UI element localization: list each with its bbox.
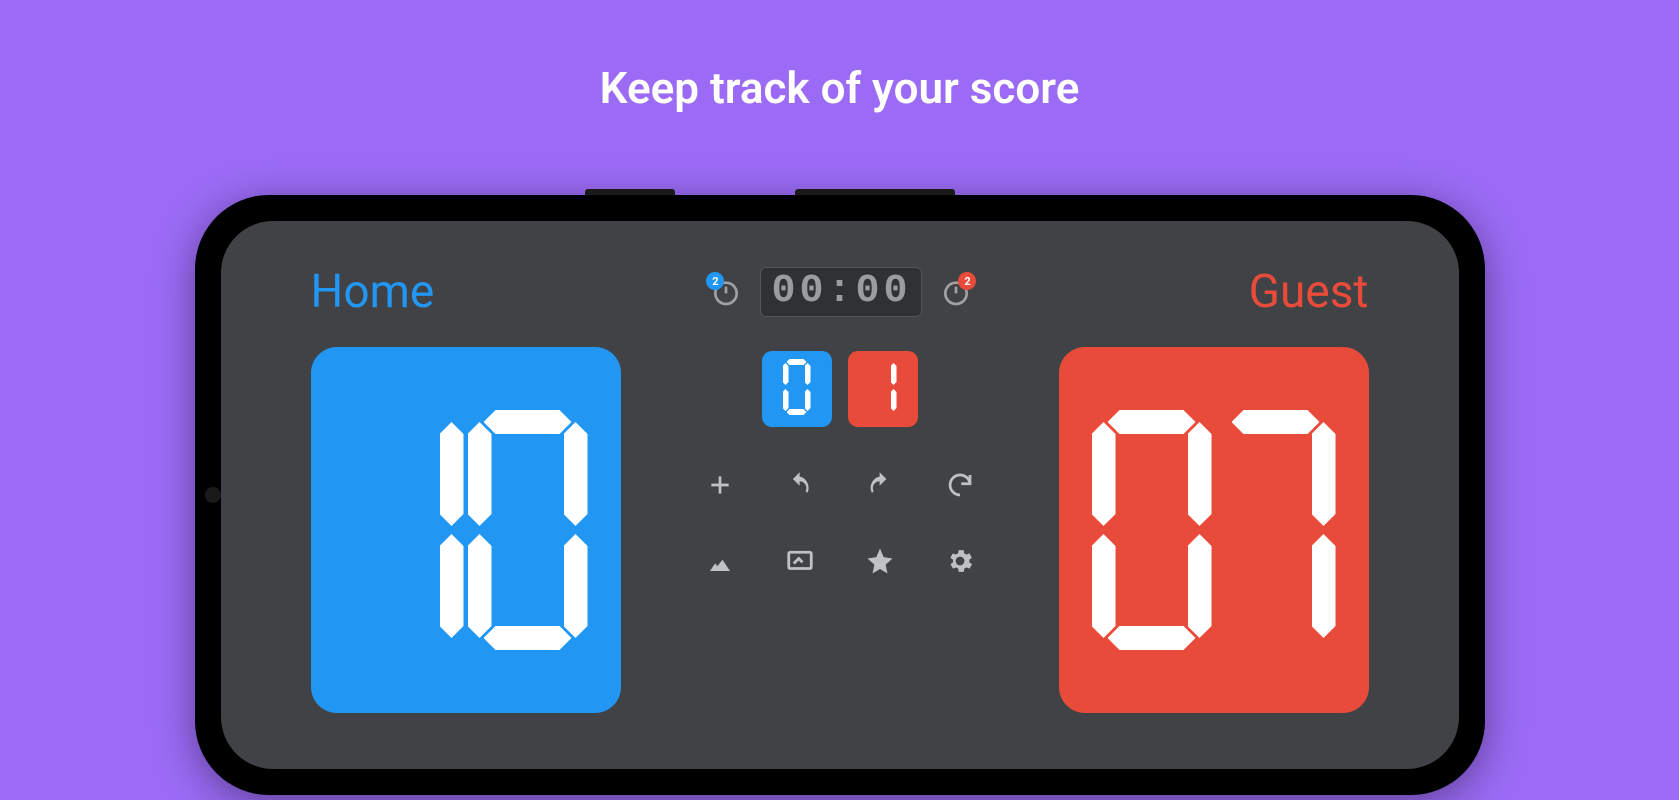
display-icon — [785, 546, 815, 576]
gear-icon — [945, 546, 975, 576]
top-row: Home 2 00:00 2 Guest — [261, 247, 1419, 337]
home-shotclock-badge: 2 — [706, 272, 724, 290]
refresh-icon — [945, 470, 975, 500]
guest-shotclock-button[interactable]: 2 — [940, 276, 972, 308]
home-score-digits — [344, 410, 588, 650]
plus-icon — [707, 472, 733, 498]
app-screen: Home 2 00:00 2 Guest — [221, 221, 1459, 769]
star-icon — [865, 546, 895, 576]
add-button[interactable] — [690, 457, 750, 513]
home-score-tile[interactable] — [311, 347, 621, 713]
undo-button[interactable] — [770, 457, 830, 513]
guest-shotclock-badge: 2 — [958, 272, 976, 290]
image-button[interactable] — [690, 533, 750, 589]
main-row — [261, 337, 1419, 743]
guest-score-tile[interactable] — [1059, 347, 1369, 713]
phone-hw-button — [585, 189, 675, 195]
controls-grid — [690, 457, 990, 589]
phone-camera — [205, 487, 221, 503]
period-row — [762, 351, 918, 427]
home-shotclock-button[interactable]: 2 — [710, 276, 742, 308]
home-team-label[interactable]: Home — [311, 265, 435, 319]
favorite-button[interactable] — [850, 533, 910, 589]
display-button[interactable] — [770, 533, 830, 589]
image-icon — [705, 546, 735, 576]
timer-group: 2 00:00 2 — [710, 267, 972, 317]
guest-team-label[interactable]: Guest — [1249, 265, 1369, 319]
redo-icon — [865, 470, 895, 500]
guest-score-digits — [1092, 410, 1336, 650]
guest-period-tile[interactable] — [848, 351, 918, 427]
phone-frame: Home 2 00:00 2 Guest — [195, 195, 1485, 795]
home-period-digit — [783, 359, 811, 419]
center-column — [651, 347, 1029, 713]
headline: Keep track of your score — [0, 62, 1679, 114]
undo-icon — [785, 470, 815, 500]
phone-hw-button — [795, 189, 955, 195]
home-period-tile[interactable] — [762, 351, 832, 427]
reset-button[interactable] — [930, 457, 990, 513]
redo-button[interactable] — [850, 457, 910, 513]
game-timer[interactable]: 00:00 — [760, 267, 922, 317]
guest-period-digit — [869, 359, 897, 419]
settings-button[interactable] — [930, 533, 990, 589]
